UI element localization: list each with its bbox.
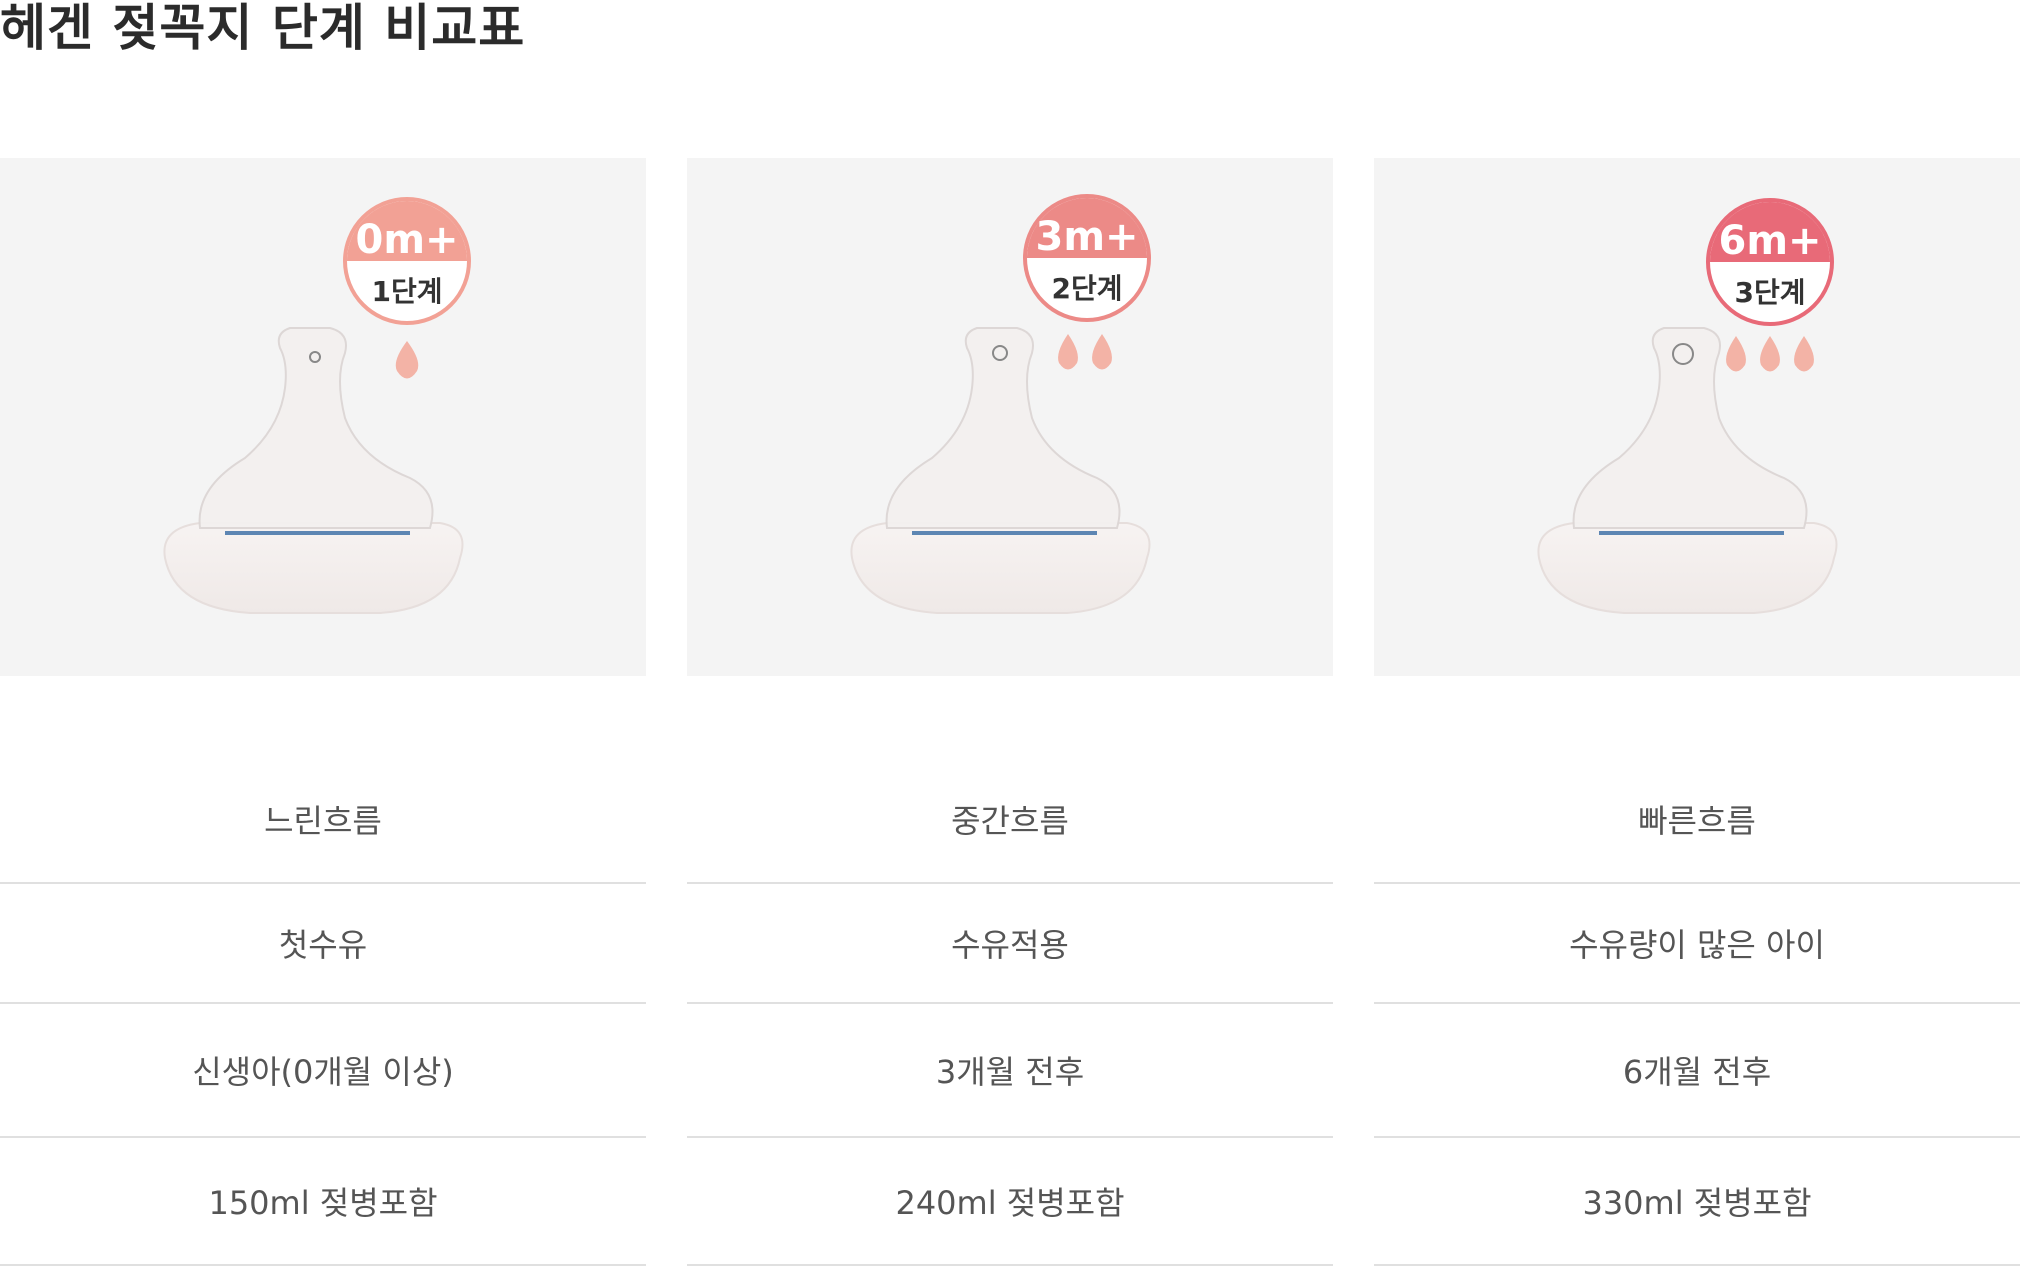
nipple-image-stage-3: 6m+ 3단계 (1374, 158, 2020, 676)
stage-info-rows: 느린흐름 첫수유 신생아(0개월 이상) 150ml 젖병포함 (0, 676, 646, 1266)
stage-column-2: 3m+ 2단계 중간흐름 수유적용 3개월 전후 240ml 젖병포함 (687, 158, 1333, 1266)
badge-age-label: 3m+ (1035, 214, 1138, 260)
usage-label: 수유량이 많은 아이 (1569, 926, 1825, 964)
stage-info-rows: 중간흐름 수유적용 3개월 전후 240ml 젖병포함 (687, 676, 1333, 1266)
badge-step-label: 1단계 (371, 275, 442, 308)
stage-badge: 3m+ 2단계 (1023, 194, 1151, 322)
age-label: 3개월 전후 (935, 1053, 1085, 1091)
flow-row: 중간흐름 (687, 676, 1333, 884)
usage-label: 수유적용 (951, 926, 1069, 964)
age-label: 신생아(0개월 이상) (192, 1053, 454, 1091)
set-row: 150ml 젖병포함 (0, 1138, 646, 1266)
nipple-illustration: 0m+ 1단계 (163, 197, 471, 614)
nipple-image-stage-2: 3m+ 2단계 (687, 158, 1333, 676)
flow-label: 느린흐름 (264, 802, 382, 840)
age-label: 6개월 전후 (1622, 1053, 1772, 1091)
set-row: 330ml 젖병포함 (1374, 1138, 2020, 1266)
badge-age-label: 0m+ (355, 217, 458, 263)
set-label: 150ml 젖병포함 (208, 1184, 438, 1222)
flow-label: 중간흐름 (951, 802, 1069, 840)
set-row: 240ml 젖병포함 (687, 1138, 1333, 1266)
badge-step-label: 3단계 (1734, 276, 1805, 309)
set-label: 330ml 젖병포함 (1582, 1184, 1812, 1222)
flow-drop-icon (1058, 334, 1078, 370)
flow-drop-icon (1726, 336, 1746, 372)
age-row: 6개월 전후 (1374, 1004, 2020, 1138)
age-row: 신생아(0개월 이상) (0, 1004, 646, 1138)
flow-drop-icon (1760, 336, 1780, 372)
usage-row: 수유량이 많은 아이 (1374, 884, 2020, 1004)
flow-row: 빠른흐름 (1374, 676, 2020, 884)
usage-row: 첫수유 (0, 884, 646, 1004)
flow-drop-icon (395, 341, 419, 379)
set-label: 240ml 젖병포함 (895, 1184, 1125, 1222)
flow-row: 느린흐름 (0, 676, 646, 884)
page-title: 헤겐 젖꼭지 단계 비교표 (0, 0, 526, 57)
nipple-illustration: 6m+ 3단계 (1537, 198, 1838, 614)
badge-age-label: 6m+ (1718, 218, 1821, 264)
stage-badge: 0m+ 1단계 (343, 197, 471, 325)
stage-column-3: 6m+ 3단계 빠른흐름 수유량이 많은 아이 6개월 전후 330ml 젖병포… (1374, 158, 2020, 1266)
nipple-image-stage-1: 0m+ 1단계 (0, 158, 646, 676)
stage-badge: 6m+ 3단계 (1706, 198, 1834, 326)
flow-label: 빠른흐름 (1638, 802, 1756, 840)
flow-drop-icon (1092, 334, 1112, 370)
badge-step-label: 2단계 (1051, 272, 1122, 305)
stage-info-rows: 빠른흐름 수유량이 많은 아이 6개월 전후 330ml 젖병포함 (1374, 676, 2020, 1266)
nipple-illustration: 3m+ 2단계 (850, 194, 1151, 614)
flow-drop-icon (1794, 336, 1814, 372)
usage-row: 수유적용 (687, 884, 1333, 1004)
age-row: 3개월 전후 (687, 1004, 1333, 1138)
stage-column-1: 0m+ 1단계 느린흐름 첫수유 신생아(0개월 이상) 150ml 젖병포함 (0, 158, 646, 1266)
usage-label: 첫수유 (278, 926, 368, 964)
